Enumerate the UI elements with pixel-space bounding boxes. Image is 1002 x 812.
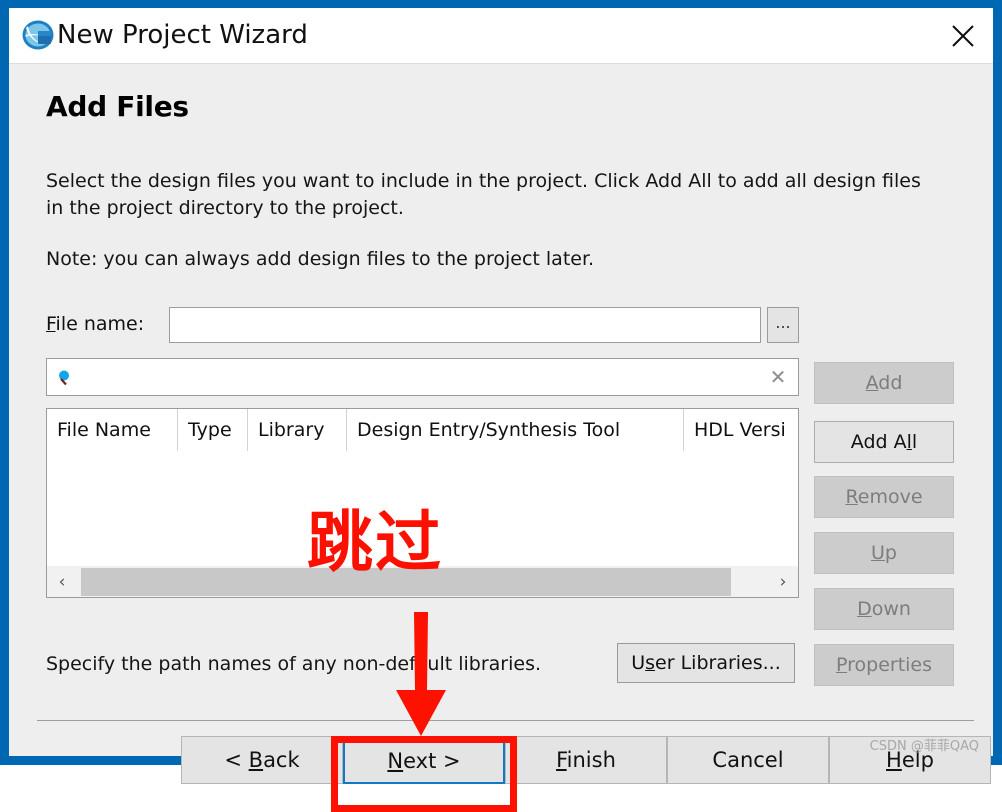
user-lib-pre: U [631,652,646,674]
remove-label: emove [857,486,923,508]
horizontal-scrollbar[interactable]: ‹ › [47,565,798,597]
down-label: own [871,598,911,620]
window-title: New Project Wizard [57,20,308,50]
back-button[interactable]: < Back [181,736,343,784]
add-button[interactable]: Add [814,362,954,404]
finish-mnemonic: F [556,748,567,772]
watermark: CSDN @菲菲QAQ [869,739,979,754]
user-libraries-button[interactable]: User Libraries... [617,643,795,683]
description-paragraph-2: Note: you can always add design files to… [46,248,595,270]
scroll-right-icon[interactable]: › [768,566,798,597]
clear-search-icon[interactable]: ✕ [767,366,789,388]
add-all-label-a: Add A [850,431,907,453]
globe-icon [19,16,57,54]
next-button[interactable]: Next > [343,736,505,784]
footer-separator [37,720,974,721]
description-paragraph-1: Select the design files you want to incl… [46,170,921,219]
up-mnemonic: U [871,542,885,564]
remove-mnemonic: R [845,486,858,508]
table-body[interactable] [47,452,798,566]
column-header-design-entry[interactable]: Design Entry/Synthesis Tool [347,409,684,451]
file-name-label: File name: [46,313,144,335]
add-all-button[interactable]: Add All [814,421,954,463]
column-header-file-name[interactable]: File Name [47,409,178,451]
properties-label: roperties [847,654,933,676]
dialog-body: Add Files Select the design files you wa… [9,64,993,812]
user-lib-mnemonic: s [645,652,656,674]
file-name-label-rest: ile name: [55,313,145,335]
properties-button[interactable]: Properties [814,644,954,686]
new-project-wizard-dialog: New Project Wizard Add Files Select the … [0,0,1002,812]
back-post: ack [263,748,300,772]
column-header-type[interactable]: Type [178,409,248,451]
column-header-hdl-version[interactable]: HDL Versi [684,409,798,451]
browse-button[interactable]: ... [767,307,799,343]
scroll-left-icon[interactable]: ‹ [47,566,77,597]
file-name-input[interactable] [169,307,761,343]
add-label: dd [878,372,903,394]
properties-mnemonic: P [835,654,848,676]
design-files-table[interactable]: File Name Type Library Design Entry/Synt… [46,408,799,598]
close-icon[interactable] [941,14,985,58]
finish-button[interactable]: Finish [505,736,667,784]
down-button[interactable]: Down [814,588,954,630]
remove-button[interactable]: Remove [814,476,954,518]
add-all-label-b: l [911,431,918,453]
libraries-hint-text: Specify the path names of any non-defaul… [46,653,542,675]
add-mnemonic: A [865,372,879,394]
back-pre: < [224,748,249,772]
next-mnemonic: N [387,749,404,773]
title-bar: New Project Wizard [9,8,993,64]
cancel-button[interactable]: Cancel [667,736,829,784]
file-filter-search-box[interactable]: ✕ [46,358,799,396]
up-label: p [884,542,897,564]
finish-post: inish [566,748,616,772]
table-header-row: File Name Type Library Design Entry/Synt… [47,409,798,451]
cancel-label: Cancel [712,748,784,772]
column-header-library[interactable]: Library [248,409,347,451]
user-lib-post: er Libraries... [655,652,781,674]
file-name-mnemonic: F [46,313,56,335]
back-mnemonic: B [248,748,264,772]
search-icon [57,369,75,387]
search-input[interactable] [81,360,761,394]
up-button[interactable]: Up [814,532,954,574]
scrollbar-thumb[interactable] [81,568,731,596]
down-mnemonic: D [857,598,872,620]
next-post: ext > [403,749,461,773]
page-title: Add Files [46,90,189,123]
